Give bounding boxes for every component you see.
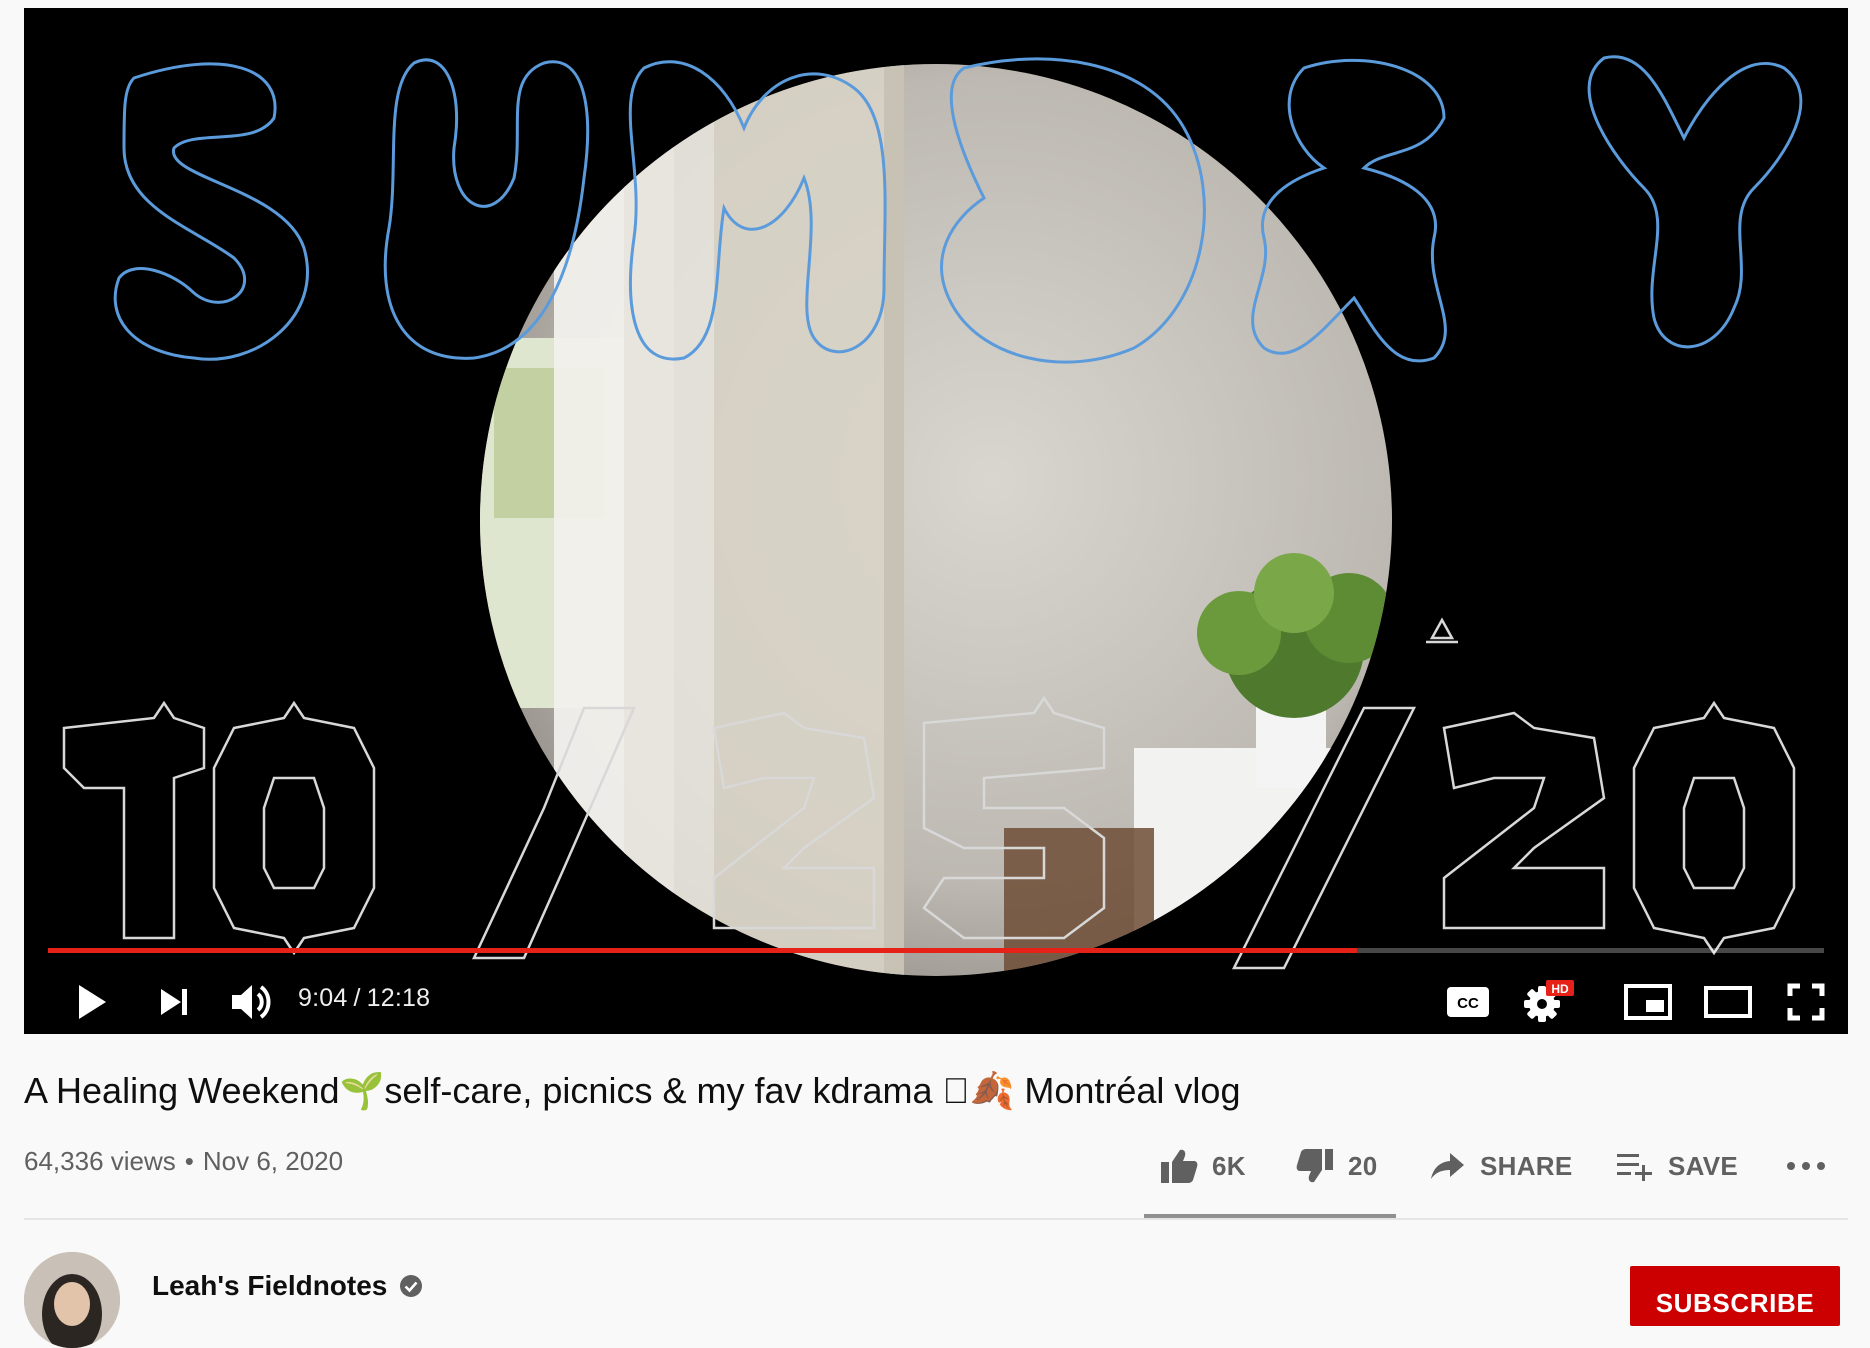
channel-name[interactable]: Leah's Fieldnotes (152, 1270, 423, 1302)
more-icon (1787, 1162, 1825, 1170)
next-button[interactable] (146, 970, 202, 1034)
subscribe-button[interactable]: SUBSCRIBE (1630, 1266, 1840, 1326)
fullscreen-button[interactable] (1778, 970, 1834, 1034)
gear-icon: HD (1524, 980, 1574, 1022)
hd-badge-label: HD (1551, 982, 1569, 996)
share-button[interactable]: SHARE (1430, 1140, 1573, 1192)
verified-icon (400, 1275, 423, 1297)
miniplayer-icon (1624, 984, 1672, 1020)
fullscreen-icon (1787, 983, 1825, 1021)
avatar-image (24, 1252, 120, 1348)
like-button[interactable]: 6K (1160, 1140, 1246, 1192)
channel-avatar[interactable] (24, 1252, 120, 1348)
progress-bar[interactable] (48, 948, 1824, 953)
video-title: A Healing Weekend🌱self-care, picnics & m… (24, 1070, 1241, 1111)
settings-button[interactable]: HD (1518, 970, 1578, 1034)
time-separator: / (353, 984, 361, 1012)
captions-icon: CC (1447, 987, 1489, 1017)
play-button[interactable] (64, 970, 120, 1034)
time-display: 9:04/12:18 (298, 984, 430, 1013)
theater-icon (1704, 986, 1752, 1018)
next-icon (161, 989, 187, 1015)
more-actions-button[interactable] (1786, 1140, 1826, 1192)
volume-icon (232, 985, 271, 1019)
share-icon (1431, 1153, 1464, 1179)
video-meta: 64,336 views • Nov 6, 2020 (24, 1146, 343, 1177)
upload-date: Nov 6, 2020 (202, 1146, 344, 1176)
meta-separator: • (184, 1146, 194, 1176)
dislike-button[interactable]: 20 (1296, 1140, 1378, 1192)
playlist-add-icon (1617, 1154, 1652, 1181)
save-button[interactable]: SAVE (1616, 1140, 1738, 1192)
captions-button[interactable]: CC (1440, 970, 1496, 1034)
dislike-count: 20 (1348, 1150, 1378, 1181)
divider (24, 1218, 1848, 1220)
thumbs-up-icon (1161, 1149, 1198, 1183)
view-count: 64,336 views (24, 1146, 176, 1176)
channel-name-label: Leah's Fieldnotes (152, 1270, 388, 1301)
progress-played (48, 948, 1357, 953)
miniplayer-button[interactable] (1618, 970, 1678, 1034)
captions-label: CC (1457, 995, 1479, 1012)
video-player[interactable]: 9:04/12:18 CC HD (24, 8, 1848, 1034)
like-count: 6K (1212, 1150, 1246, 1181)
video-frame (62, 55, 1803, 976)
theater-mode-button[interactable] (1698, 970, 1758, 1034)
share-label: SHARE (1480, 1150, 1573, 1181)
play-icon (79, 985, 106, 1019)
room-circle-image (480, 64, 1392, 976)
save-label: SAVE (1668, 1150, 1739, 1181)
volume-button[interactable] (222, 970, 282, 1034)
time-total: 12:18 (366, 984, 431, 1012)
time-current: 9:04 (298, 984, 348, 1012)
thumbs-down-icon (1296, 1149, 1333, 1183)
